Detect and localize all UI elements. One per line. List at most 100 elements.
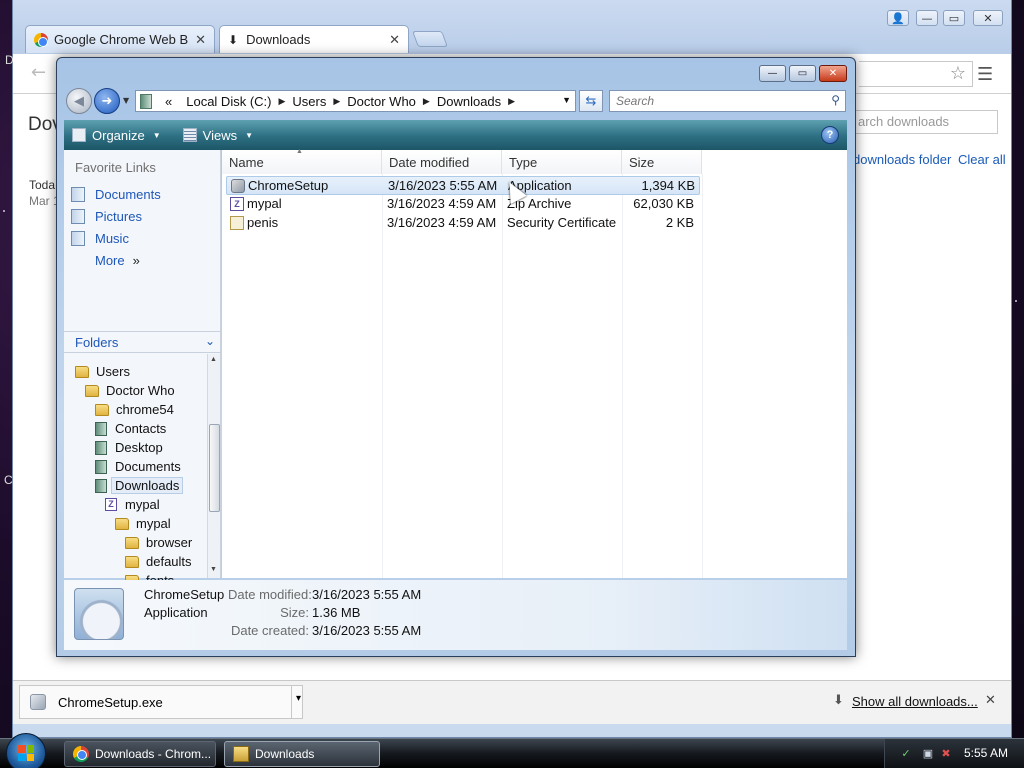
views-button[interactable]: Views ▼: [182, 128, 253, 143]
favorite-link-music[interactable]: Music: [71, 228, 129, 248]
back-arrow-icon[interactable]: ←: [31, 62, 46, 83]
views-icon: [182, 128, 197, 142]
tab-downloads[interactable]: ⬇ Downloads ✕: [219, 25, 409, 53]
column-divider: [382, 174, 383, 578]
clear-all-link[interactable]: Clear all: [958, 152, 1006, 167]
breadcrumb-chevron-icon[interactable]: ▶: [278, 96, 285, 107]
file-list-pane: Name ▲ Date modified Type Size ChromeSet…: [222, 148, 847, 578]
organize-button[interactable]: Organize ▼: [72, 128, 161, 143]
download-item-dropdown[interactable]: ▾: [291, 685, 305, 719]
search-downloads-input[interactable]: arch downloads: [843, 110, 998, 134]
breadcrumb-chevron-icon[interactable]: ▶: [333, 96, 340, 107]
breadcrumb-chevron-icon[interactable]: ▶: [423, 96, 430, 107]
details-pane: ChromeSetup Application Date modified: 3…: [64, 580, 847, 650]
folders-label: Folders: [75, 334, 119, 350]
maximize-button[interactable]: ▭: [943, 10, 965, 26]
tree-item[interactable]: defaults: [125, 552, 192, 571]
favorite-link-pictures[interactable]: Pictures: [71, 206, 142, 226]
volume-muted-icon[interactable]: ✖: [939, 747, 953, 761]
tab-web-store[interactable]: Google Chrome Web Brow ✕: [25, 25, 215, 53]
favorite-link-more[interactable]: More »: [95, 250, 140, 270]
tree-item[interactable]: Downloads: [95, 476, 184, 495]
tree-item-label: Downloads: [111, 477, 184, 494]
minimize-button[interactable]: —: [759, 65, 786, 82]
download-item[interactable]: ChromeSetup.exe: [19, 685, 303, 719]
music-icon: [71, 230, 85, 246]
folder-icon: [115, 517, 129, 530]
profile-icon[interactable]: 👤: [887, 10, 909, 26]
folder-icon: [75, 365, 89, 378]
favorite-links-header: Favorite Links: [75, 160, 156, 175]
taskbar-explorer-button[interactable]: Downloads: [224, 741, 380, 767]
tree-item[interactable]: Desktop: [95, 438, 163, 457]
minimize-button[interactable]: —: [916, 10, 938, 26]
tree-item[interactable]: Documents: [95, 457, 181, 476]
menu-icon[interactable]: ☰: [977, 64, 993, 85]
tree-item-label: chrome54: [116, 402, 174, 417]
scroll-up-icon[interactable]: ▲: [210, 356, 217, 363]
tree-item-label: mypal: [125, 497, 160, 512]
column-header-name[interactable]: Name ▲: [222, 148, 382, 174]
safely-remove-icon[interactable]: ✓: [899, 747, 913, 761]
start-button[interactable]: [6, 733, 46, 768]
details-filename: ChromeSetup: [144, 587, 225, 602]
folders-header[interactable]: Folders ⌄: [64, 331, 221, 353]
taskbar-button-label: Downloads - Chrom...: [95, 747, 212, 761]
taskbar-button-label: Downloads: [255, 747, 315, 761]
column-header-date-modified[interactable]: Date modified: [382, 150, 502, 174]
scroll-down-icon[interactable]: ▼: [210, 566, 217, 573]
bookmark-star-icon[interactable]: ☆: [950, 63, 966, 84]
show-all-downloads-link[interactable]: Show all downloads...: [852, 694, 978, 709]
tree-item[interactable]: Users: [75, 362, 130, 381]
breadcrumb-overflow[interactable]: «: [165, 94, 172, 109]
tree-scrollbar[interactable]: ▲ ▼: [207, 354, 220, 578]
tab-close-icon[interactable]: ✕: [195, 32, 206, 48]
column-header-size[interactable]: Size: [622, 150, 702, 174]
search-icon[interactable]: ⚲: [831, 93, 840, 107]
column-header-type[interactable]: Type: [502, 150, 622, 174]
tree-item[interactable]: Zmypal: [105, 495, 160, 514]
tab-close-icon[interactable]: ✕: [389, 32, 400, 48]
tree-item[interactable]: chrome54: [95, 400, 174, 419]
details-date-modified: 3/16/2023 5:55 AM: [312, 587, 422, 602]
network-icon[interactable]: ▣: [921, 747, 935, 761]
explorer-titlebar[interactable]: — ▭ ✕: [57, 58, 855, 88]
tree-item[interactable]: mypal: [115, 514, 171, 533]
tree-item[interactable]: browser: [125, 533, 192, 552]
tree-item[interactable]: Contacts: [95, 419, 166, 438]
clock[interactable]: 5:55 AM: [964, 746, 1008, 760]
collapse-chevron-icon[interactable]: ⌄: [205, 334, 215, 348]
breadcrumb-doctor-who[interactable]: Doctor Who: [347, 94, 416, 109]
file-row[interactable]: penis 3/16/2023 4:59 AM Security Certifica…: [226, 214, 700, 233]
navigation-pane: Favorite Links Documents Pictures Music …: [64, 150, 221, 645]
breadcrumb-local-disk[interactable]: Local Disk (C:): [186, 94, 271, 109]
scroll-thumb[interactable]: [209, 424, 220, 512]
file-row[interactable]: Zmypal 3/16/2023 4:59 AM Zip Archive 62,030…: [226, 195, 700, 214]
open-downloads-folder-link[interactable]: downloads folder: [853, 152, 951, 167]
omnibox[interactable]: ☆: [859, 61, 973, 87]
maximize-button[interactable]: ▭: [789, 65, 816, 82]
close-button[interactable]: ✕: [973, 10, 1003, 26]
address-dropdown-icon[interactable]: ▼: [562, 95, 571, 105]
refresh-button[interactable]: ⇆: [579, 90, 603, 112]
desktop-partial-text: C: [4, 473, 13, 487]
address-bar[interactable]: « Local Disk (C:) ▶ Users ▶ Doctor Who ▶…: [135, 90, 576, 112]
tree-item[interactable]: Doctor Who: [85, 381, 175, 400]
desktop-partial-text: D: [5, 53, 14, 67]
favorite-link-label: Pictures: [95, 208, 142, 224]
breadcrumb-chevron-icon[interactable]: ▶: [508, 96, 515, 107]
search-input[interactable]: Search ⚲: [609, 90, 846, 112]
close-button[interactable]: ✕: [819, 65, 847, 82]
taskbar-chrome-button[interactable]: Downloads - Chrom...: [64, 741, 216, 767]
back-button[interactable]: ◀: [66, 88, 92, 114]
breadcrumb-users[interactable]: Users: [292, 94, 326, 109]
breadcrumb-downloads[interactable]: Downloads: [437, 94, 501, 109]
forward-button[interactable]: ➜: [94, 88, 120, 114]
file-name: ChromeSetup: [248, 178, 329, 193]
new-tab-button[interactable]: [412, 31, 448, 47]
file-row[interactable]: ChromeSetup 3/16/2023 5:55 AM Application 1…: [226, 176, 700, 195]
favorite-link-documents[interactable]: Documents: [71, 184, 161, 204]
recent-pages-dropdown[interactable]: ▼: [123, 96, 129, 105]
close-downloads-bar-icon[interactable]: ✕: [985, 693, 996, 708]
help-icon[interactable]: ?: [821, 126, 839, 144]
